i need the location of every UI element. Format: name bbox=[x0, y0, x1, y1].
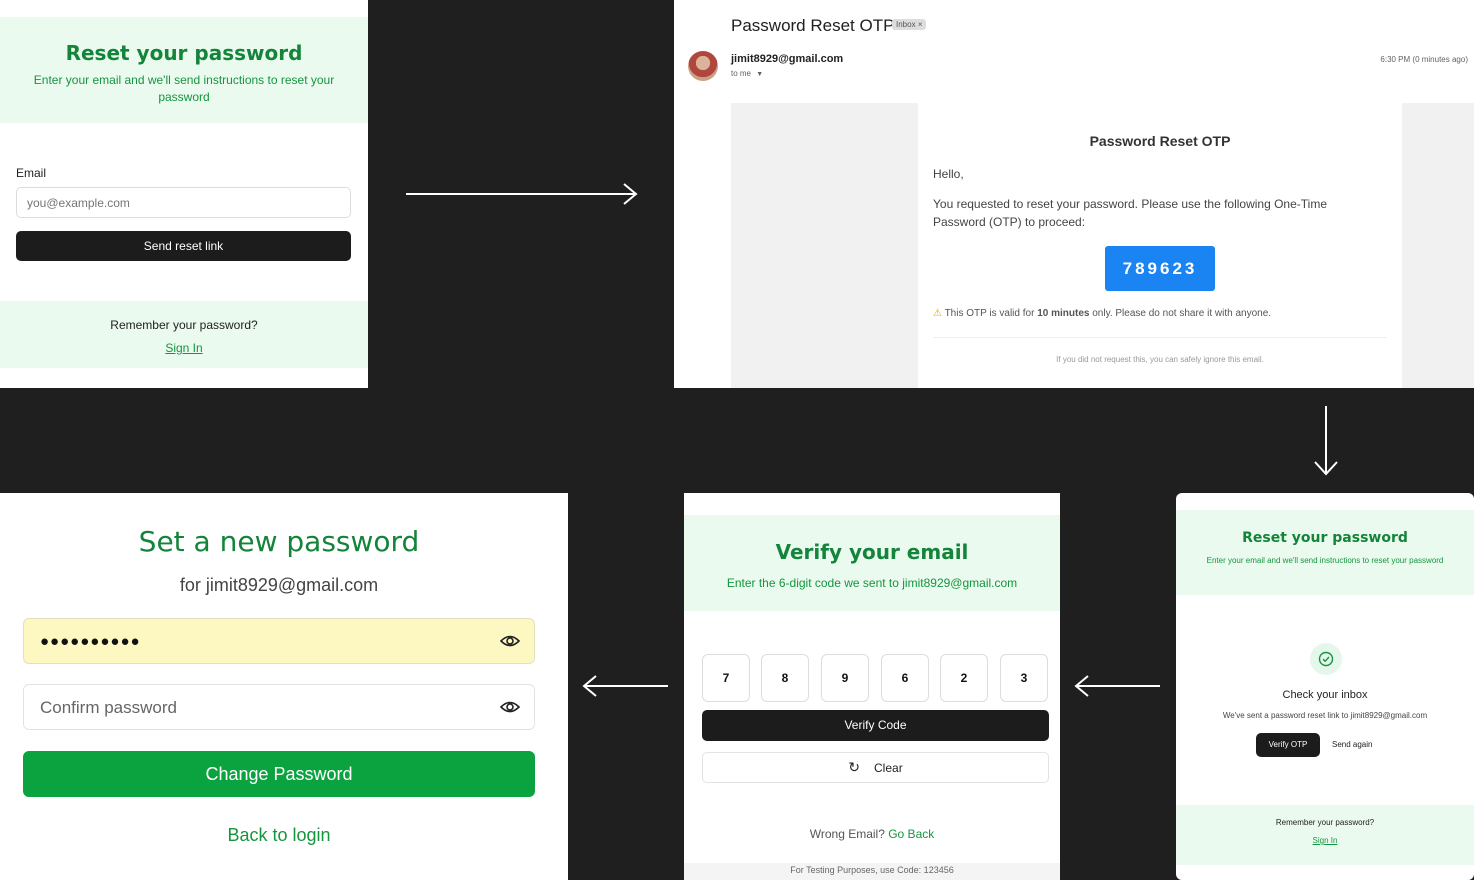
send-reset-link-button[interactable]: Send reset link bbox=[16, 231, 351, 261]
email-subject: Password Reset OTP bbox=[731, 16, 895, 35]
reset-header bbox=[0, 17, 368, 123]
divider bbox=[933, 337, 1387, 338]
arrow-down-icon bbox=[1314, 406, 1338, 476]
inbox-badge[interactable]: Inbox × bbox=[892, 19, 927, 30]
verify-title: Verify your email bbox=[775, 540, 969, 564]
check-inbox-heading: Check your inbox bbox=[1282, 689, 1368, 701]
new-password-input[interactable]: ●●●●●●●●●● bbox=[23, 618, 535, 664]
caret-down-icon[interactable]: ▼ bbox=[756, 71, 763, 78]
verify-email-panel: Verify your email Enter the 6-digit code… bbox=[684, 493, 1060, 863]
otp-digit-input[interactable]: 9 bbox=[821, 654, 869, 702]
back-to-login-link[interactable]: Back to login bbox=[0, 825, 558, 846]
otp-digit-input[interactable]: 3 bbox=[1000, 654, 1048, 702]
arrow-left-icon bbox=[582, 675, 668, 697]
otp-digit-input[interactable]: 2 bbox=[940, 654, 988, 702]
email-card-title: Password Reset OTP bbox=[1089, 133, 1231, 149]
check-inbox-panel: Reset your password Enter your email and… bbox=[1176, 493, 1474, 880]
email-card: Password Reset OTP Hello, You requested … bbox=[918, 103, 1402, 388]
go-back-link[interactable]: Go Back bbox=[888, 827, 934, 841]
password-value: ●●●●●●●●●● bbox=[40, 633, 141, 650]
new-password-title: Set a new password bbox=[138, 525, 420, 558]
refresh-icon: ↻ bbox=[848, 759, 861, 775]
validity-prefix: This OTP is valid for bbox=[944, 308, 1038, 319]
wrong-email-text: Wrong Email? bbox=[809, 827, 885, 841]
sign-in-link[interactable]: Sign In bbox=[1300, 836, 1350, 845]
new-password-subtitle: for jimit8929@gmail.com bbox=[179, 575, 379, 595]
otp-digit-input[interactable]: 6 bbox=[881, 654, 929, 702]
email-input[interactable] bbox=[16, 187, 351, 218]
testing-note: For Testing Purposes, use Code: 123456 bbox=[790, 865, 954, 875]
remember-text: Remember your password? bbox=[110, 318, 258, 332]
reset-password-panel: Reset your password Enter your email and… bbox=[0, 0, 368, 388]
close-icon[interactable]: × bbox=[918, 20, 923, 29]
warning-icon: ⚠ bbox=[933, 308, 942, 319]
check-circle-icon bbox=[1310, 643, 1342, 675]
arrow-left-icon bbox=[1074, 675, 1160, 697]
verify-otp-button[interactable]: Verify OTP bbox=[1256, 733, 1320, 757]
page-subtitle: Enter your email and we'll send instruct… bbox=[33, 73, 335, 104]
validity-duration: 10 minutes bbox=[1037, 308, 1090, 319]
validity-suffix: only. Please do not share it with anyone… bbox=[1089, 308, 1272, 319]
email-label: Email bbox=[16, 166, 47, 180]
to-me-label: to me bbox=[731, 69, 752, 78]
inbox-badge-label: Inbox bbox=[896, 20, 916, 29]
confirm-password-input[interactable]: Confirm password bbox=[23, 684, 535, 730]
check-inbox-message: We've sent a password reset link to jimi… bbox=[1222, 711, 1428, 720]
check-inbox-subtitle: Enter your email and we'll send instruct… bbox=[1206, 556, 1444, 565]
wrong-email-row: Wrong Email? Go Back bbox=[684, 827, 1060, 841]
check-inbox-header bbox=[1176, 510, 1474, 595]
confirm-placeholder: Confirm password bbox=[40, 698, 177, 717]
sign-in-link[interactable]: Sign In bbox=[164, 341, 204, 355]
avatar bbox=[688, 51, 718, 81]
verify-code-button[interactable]: Verify Code bbox=[702, 710, 1049, 741]
clear-button[interactable]: ↻ Clear bbox=[702, 752, 1049, 783]
send-again-button[interactable]: Send again bbox=[1332, 740, 1372, 749]
clear-label: Clear bbox=[874, 760, 903, 775]
otp-digit-input[interactable]: 7 bbox=[702, 654, 750, 702]
new-password-panel: Set a new password for jimit8929@gmail.c… bbox=[0, 493, 568, 880]
eye-icon[interactable] bbox=[500, 699, 520, 715]
reset-footer bbox=[0, 301, 368, 368]
change-password-button[interactable]: Change Password bbox=[23, 751, 535, 797]
recipient-toggle[interactable]: to me ▼ bbox=[731, 69, 763, 78]
email-view-panel: Password Reset OTP Inbox × jimit8929@gma… bbox=[674, 0, 1474, 388]
otp-code: 789623 bbox=[1105, 246, 1215, 291]
email-greeting: Hello, bbox=[933, 167, 964, 181]
email-time: 6:30 PM (0 minutes ago) bbox=[1380, 55, 1468, 64]
eye-icon[interactable] bbox=[500, 633, 520, 649]
email-footer-note: If you did not request this, you can saf… bbox=[1056, 355, 1264, 364]
verify-subtitle: Enter the 6-digit code we sent to jimit8… bbox=[726, 576, 1018, 590]
check-inbox-title: Reset your password bbox=[1242, 530, 1408, 546]
page-title: Reset your password bbox=[65, 41, 303, 65]
remember-text: Remember your password? bbox=[1275, 818, 1375, 827]
otp-validity: ⚠ This OTP is valid for 10 minutes only.… bbox=[933, 308, 1271, 319]
sender-email: jimit8929@gmail.com bbox=[731, 53, 844, 65]
email-message: You requested to reset your password. Pl… bbox=[933, 197, 1327, 229]
otp-digit-input[interactable]: 8 bbox=[761, 654, 809, 702]
check-inbox-footer bbox=[1176, 805, 1474, 865]
arrow-right-icon bbox=[406, 183, 638, 205]
